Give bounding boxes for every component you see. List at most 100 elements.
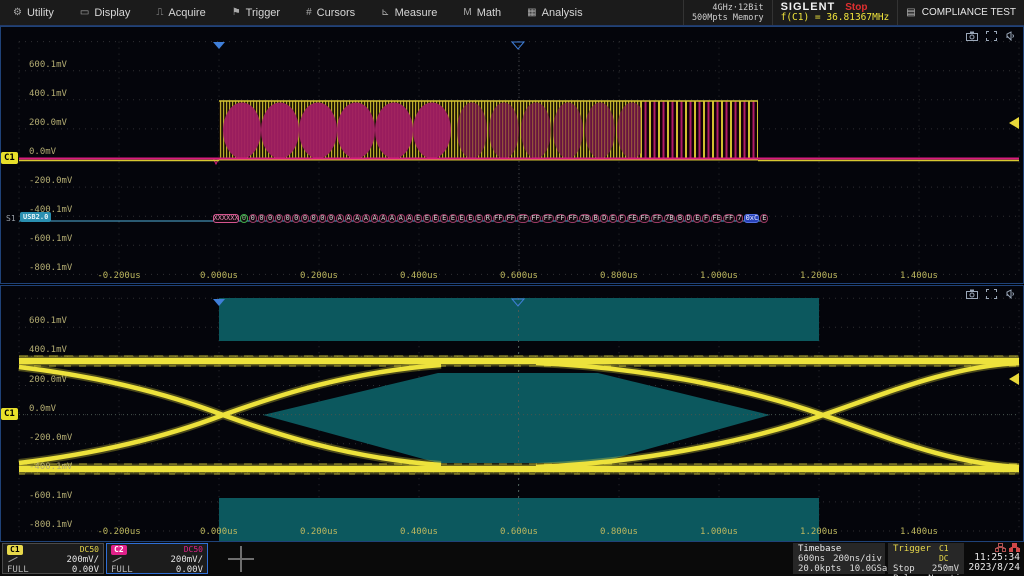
decode-token: E	[414, 214, 422, 223]
trigger-box[interactable]: Trigger C1 DC Stop 250mV Pulse Negative	[888, 543, 964, 574]
decode-token: 0	[327, 214, 335, 223]
decode-token: FE	[711, 214, 722, 223]
decode-token: F	[618, 214, 626, 223]
y-axis-tick-label: 600.1mV	[29, 60, 67, 70]
decode-token: 0xC	[744, 214, 759, 223]
y-axis-tick-label: -200.0mV	[29, 176, 72, 186]
timebase-title: Timebase	[798, 544, 880, 554]
expand-icon[interactable]	[986, 31, 997, 41]
x-axis-tick-label: 1.000us	[700, 271, 738, 281]
y-axis-tick-label: -800.1mV	[29, 520, 72, 530]
menu-item-analysis[interactable]: ▦Analysis	[514, 0, 595, 25]
x-axis-tick-label: 0.600us	[500, 271, 538, 281]
channel-box-c2[interactable]: C2 DC50 200mV/ FULL 0.00V	[106, 543, 208, 574]
decode-token: FF	[723, 214, 734, 223]
menu-item-label: Math	[477, 7, 501, 19]
decode-token: FE	[627, 214, 638, 223]
menu-item-label: Analysis	[542, 7, 583, 19]
decode-token: 0	[258, 214, 266, 223]
trigger-position-marker	[213, 42, 225, 49]
datetime-box[interactable]: 11:25:34 2023/8/24	[962, 543, 1022, 574]
menu-item-cursors[interactable]: #Cursors	[293, 0, 368, 25]
expand-icon[interactable]	[986, 289, 997, 299]
waveform-panel[interactable]: 600.1mV400.1mV200.0mV0.0mV-200.0mV-400.1…	[0, 26, 1024, 284]
c1-coupling: DC50	[80, 545, 99, 555]
c1-badge[interactable]: C1	[1, 408, 18, 420]
decode-token: A	[353, 214, 361, 223]
measurement-readout: f(C1) = 36.81367MHz	[781, 13, 890, 23]
decode-token: 0	[292, 214, 300, 223]
menu-bar: ⚙Utility▭Display ⎍ Acquire ⚑Trigger#Cursors…	[0, 0, 1024, 26]
camera-icon[interactable]	[966, 31, 978, 41]
add-channel-button[interactable]	[228, 546, 254, 572]
decode-token: 0	[266, 214, 274, 223]
x-axis-tick-label: 0.200us	[300, 271, 338, 281]
decode-token: E	[693, 214, 701, 223]
probe-icon	[7, 556, 19, 564]
trigger-source: C1 DC	[939, 544, 959, 564]
math-icon: M	[463, 7, 471, 18]
lan-icon	[995, 543, 1006, 552]
x-axis-tick-label: 0.200us	[300, 527, 338, 537]
x-axis-tick-label: 0.400us	[400, 527, 438, 537]
menu-item-label: Acquire	[168, 7, 205, 19]
clipboard-icon: ▤	[906, 8, 915, 18]
decode-token: 0	[275, 214, 283, 223]
trigger-level: 250mV	[932, 564, 959, 574]
decode-token: FF	[505, 214, 516, 223]
y-axis-tick-label: -600.1mV	[29, 491, 72, 501]
oscilloscope-screen: ⚙Utility▭Display ⎍ Acquire ⚑Trigger#Cursors…	[0, 0, 1024, 576]
c1-bandwidth: FULL	[7, 565, 29, 575]
bus-protocol-badge[interactable]: USB2.0	[20, 212, 51, 222]
waveform-plot	[1, 27, 1024, 283]
y-axis-tick-label: 600.1mV	[29, 316, 67, 326]
acquire-icon: ⎍	[156, 7, 163, 18]
timebase-box[interactable]: Timebase 600ns 200ns/div 20.0kpts 10.0GS…	[793, 543, 885, 574]
eye-diagram-panel[interactable]: 600.1mV400.1mV200.0mV0.0mV-200.0mV-400.1…	[0, 285, 1024, 542]
x-axis-tick-label: 0.000us	[200, 527, 238, 537]
c1-scale: 200mV/	[66, 555, 99, 565]
probe-icon	[111, 556, 123, 564]
brand-logo: SIGLENT	[781, 2, 836, 12]
menu-item-measure[interactable]: ⊾Measure	[368, 0, 450, 25]
c1-badge[interactable]: C1	[1, 152, 18, 164]
menu-item-acquire[interactable]: ⎍ Acquire	[143, 0, 218, 25]
status-bar: C1 DC50 200mV/ FULL 0.00V C2 DC50 200mV/	[0, 542, 1024, 576]
decode-token: FF	[542, 214, 553, 223]
bell-icon[interactable]	[1005, 289, 1015, 299]
spec-line2: 500Mpts Memory	[692, 13, 764, 23]
decode-token: FF	[517, 214, 528, 223]
acquisition-spec: 4GHz·12Bit 500Mpts Memory	[683, 0, 772, 25]
c2-offset: 0.00V	[176, 565, 203, 575]
menu-item-display[interactable]: ▭Display	[67, 0, 144, 25]
channel-box-c1[interactable]: C1 DC50 200mV/ FULL 0.00V	[2, 543, 104, 574]
decode-token: E	[458, 214, 466, 223]
decode-token: A	[345, 214, 353, 223]
x-axis-tick-label: 1.200us	[800, 271, 838, 281]
y-axis-tick-label: -400.1mV	[29, 462, 72, 472]
decode-token: D	[600, 214, 608, 223]
decode-token: 7B	[579, 214, 590, 223]
bell-icon[interactable]	[1005, 31, 1015, 41]
decode-token: 0	[240, 214, 248, 223]
panel-toolbar	[966, 289, 1015, 299]
y-axis-tick-label: 0.0mV	[29, 147, 56, 157]
menu-item-math[interactable]: M Math	[450, 0, 514, 25]
decode-token: 0	[310, 214, 318, 223]
brand-status-block: SIGLENT Stop f(C1) = 36.81367MHz	[772, 0, 898, 25]
trigger-level-marker	[1009, 373, 1019, 385]
timebase-points: 20.0kpts	[798, 564, 841, 574]
compliance-test-button[interactable]: ▤ COMPLIANCE TEST	[897, 0, 1024, 25]
camera-icon[interactable]	[966, 289, 978, 299]
menu-item-trigger[interactable]: ⚑Trigger	[219, 0, 293, 25]
c2-scale: 200mV/	[170, 555, 203, 565]
menu-item-utility[interactable]: ⚙Utility	[0, 0, 67, 25]
flag-icon: ⚑	[232, 7, 241, 18]
decode-token: 0	[249, 214, 257, 223]
x-axis-tick-label: 1.000us	[700, 527, 738, 537]
c2-badge: C2	[111, 545, 127, 555]
y-axis-tick-label: -600.1mV	[29, 234, 72, 244]
y-axis-tick-label: 200.0mV	[29, 118, 67, 128]
spec-line1: 4GHz·12Bit	[712, 3, 763, 13]
decode-token-row: XXXXXX00000000000AAAAAAAAAEEEEEEEERFFFFF…	[213, 214, 769, 223]
